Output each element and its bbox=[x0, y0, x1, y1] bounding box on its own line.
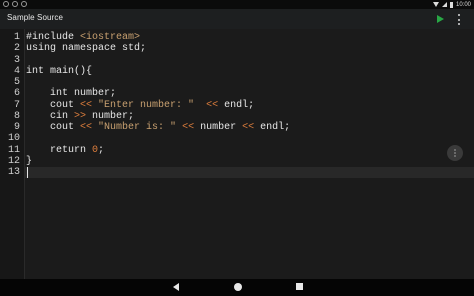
line-number: 13 bbox=[7, 167, 20, 178]
code-token: int main(){ bbox=[26, 65, 93, 77]
line-number: 11 bbox=[7, 144, 20, 156]
status-time: 10:00 bbox=[455, 1, 471, 8]
back-icon[interactable] bbox=[173, 283, 179, 291]
recents-icon[interactable] bbox=[296, 283, 303, 290]
code-token: cout bbox=[26, 99, 81, 111]
line-number: 7 bbox=[13, 99, 20, 111]
code-line[interactable]: #include <iostream> bbox=[26, 32, 140, 43]
code-token: number; bbox=[86, 110, 135, 122]
navigation-bar bbox=[0, 279, 474, 296]
code-line[interactable]: int number; bbox=[26, 88, 116, 99]
app-bar: Sample Source bbox=[0, 9, 474, 29]
line-number: 8 bbox=[13, 110, 20, 122]
code-token: cout bbox=[26, 122, 81, 133]
code-line[interactable]: cin >> number; bbox=[26, 111, 134, 122]
code-line[interactable]: cout << "Enter number: " << endl; bbox=[26, 100, 254, 111]
line-number: 10 bbox=[7, 133, 20, 145]
code-token: number bbox=[194, 122, 243, 133]
code-token: using namespace std; bbox=[26, 43, 147, 55]
code-token: << bbox=[242, 122, 255, 133]
line-number: 1 bbox=[13, 32, 20, 43]
code-token: int number; bbox=[26, 88, 117, 100]
status-bar: 10:00 bbox=[0, 0, 474, 9]
code-token: << bbox=[182, 122, 195, 133]
code-token: ; bbox=[98, 144, 105, 156]
code-token: "Enter number: " bbox=[98, 99, 195, 111]
line-number: 4 bbox=[13, 65, 20, 77]
code-line[interactable]: int main(){ bbox=[26, 66, 92, 77]
code-token: << bbox=[80, 99, 93, 111]
text-cursor bbox=[27, 167, 28, 178]
code-token: >> bbox=[74, 110, 87, 122]
more-vert-icon[interactable] bbox=[457, 14, 461, 25]
home-icon[interactable] bbox=[234, 283, 242, 291]
code-token: << bbox=[206, 99, 219, 111]
code-token: endl; bbox=[254, 122, 291, 133]
code-token: return bbox=[26, 144, 93, 156]
system-status: 10:00 bbox=[432, 0, 471, 9]
code-token: #include bbox=[26, 32, 81, 43]
wifi-icon bbox=[432, 2, 439, 7]
line-number: 6 bbox=[13, 88, 20, 100]
line-number: 12 bbox=[7, 155, 20, 167]
code-token: "Number is: " bbox=[98, 122, 177, 133]
code-token: endl; bbox=[218, 99, 255, 111]
code-line[interactable]: return 0; bbox=[26, 145, 104, 156]
scroll-handle[interactable] bbox=[447, 145, 463, 161]
current-line-highlight bbox=[25, 167, 474, 179]
line-number: 2 bbox=[13, 43, 20, 55]
code-line[interactable]: } bbox=[26, 156, 32, 167]
page-title: Sample Source bbox=[7, 13, 63, 22]
code-token: } bbox=[26, 155, 33, 167]
code-line[interactable]: cout << "Number is: " << number << endl; bbox=[26, 122, 290, 133]
code-token: cin bbox=[26, 110, 75, 122]
code-token: << bbox=[80, 122, 93, 133]
notification-icon bbox=[21, 1, 27, 7]
line-number: 9 bbox=[13, 122, 20, 133]
code-token: <iostream> bbox=[80, 32, 141, 43]
code-editor[interactable]: 1 2 3 4 5 6 7 8 9 10 11 12 13 #include <iostream> usi… bbox=[0, 29, 474, 279]
battery-icon bbox=[449, 1, 453, 8]
play-icon[interactable] bbox=[437, 15, 444, 23]
line-number: 5 bbox=[13, 77, 20, 88]
notification-icon bbox=[3, 1, 9, 7]
signal-icon bbox=[441, 2, 447, 7]
line-number: 3 bbox=[13, 54, 20, 66]
gutter-divider bbox=[24, 29, 25, 279]
notification-icon bbox=[12, 1, 18, 7]
code-line[interactable]: using namespace std; bbox=[26, 43, 146, 54]
notification-icons bbox=[3, 1, 27, 7]
